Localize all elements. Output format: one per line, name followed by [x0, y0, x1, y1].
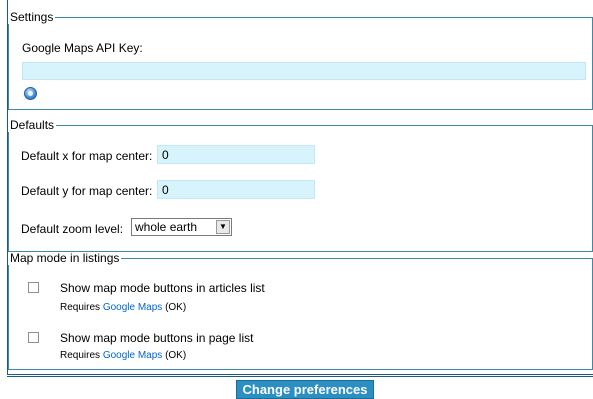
requires-text: Requires	[60, 302, 101, 313]
default-x-label: Default x for map center:	[21, 149, 153, 163]
requires-status: (OK)	[165, 302, 187, 313]
articles-list-option-label: Show map mode buttons in articles list	[60, 281, 265, 295]
default-y-input[interactable]	[157, 180, 315, 199]
default-zoom-label: Default zoom level:	[21, 222, 124, 236]
zoom-level-value: whole earth	[135, 220, 198, 234]
settings-fieldset: Settings	[8, 10, 593, 110]
api-key-input[interactable]	[22, 62, 586, 80]
page-list-option-label: Show map mode buttons in page list	[60, 331, 254, 345]
requires-text: Requires	[60, 350, 101, 361]
requires-status: (OK)	[165, 350, 187, 361]
google-maps-link[interactable]: Google Maps	[103, 350, 162, 361]
change-preferences-button[interactable]: Change preferences	[236, 380, 374, 399]
zoom-level-select[interactable]: whole earth ▼	[131, 218, 232, 236]
api-key-label: Google Maps API Key:	[22, 41, 143, 55]
articles-list-requires: Requires Google Maps (OK)	[60, 302, 186, 313]
google-maps-link[interactable]: Google Maps	[103, 302, 162, 313]
defaults-legend: Defaults	[10, 118, 55, 132]
default-x-input[interactable]	[157, 145, 315, 164]
page-list-requires: Requires Google Maps (OK)	[60, 350, 186, 361]
chevron-down-icon[interactable]: ▼	[216, 220, 230, 234]
help-icon[interactable]	[24, 87, 37, 100]
articles-list-checkbox[interactable]	[28, 282, 39, 293]
panel-bottom-divider	[7, 376, 593, 377]
default-y-label: Default y for map center:	[21, 184, 153, 198]
page-list-checkbox[interactable]	[28, 332, 39, 343]
settings-legend: Settings	[10, 10, 54, 24]
map-mode-legend: Map mode in listings	[10, 251, 120, 265]
